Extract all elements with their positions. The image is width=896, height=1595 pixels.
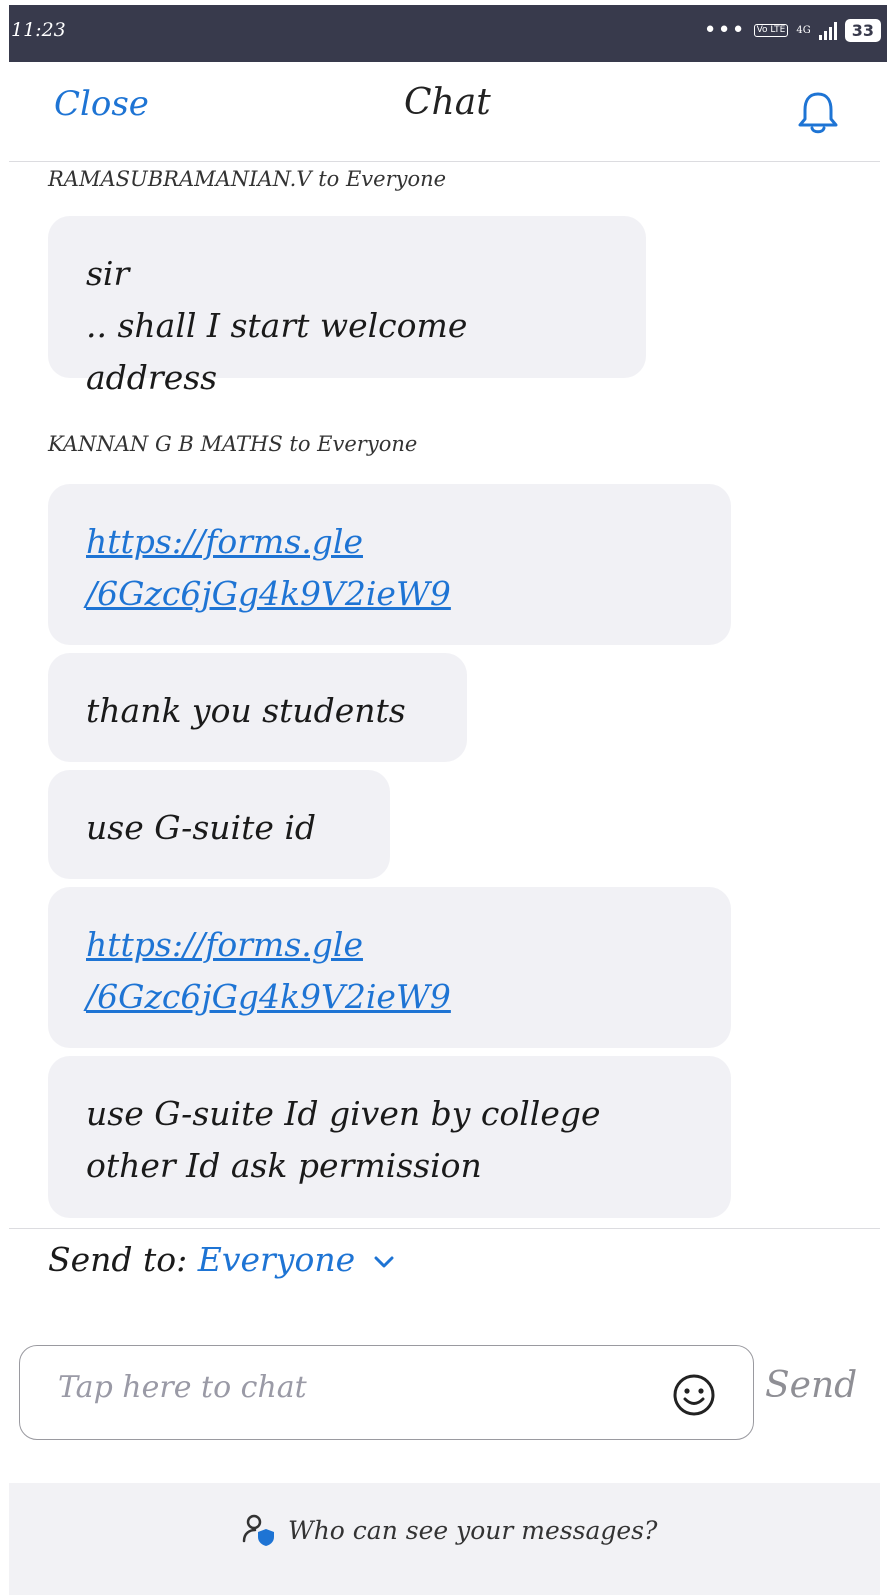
message-bubble[interactable]: https://forms.gle /6Gzc6jGg4k9V2ieW9 [48, 887, 731, 1048]
message-bubble[interactable]: use G-suite Id given by college other Id… [48, 1056, 731, 1218]
send-to-label: Send to: [48, 1240, 188, 1279]
message-sender: KANNAN G B MATHS to Everyone [48, 432, 418, 456]
message-link[interactable]: /6Gzc6jGg4k9V2ieW9 [86, 568, 693, 620]
send-button[interactable]: Send [765, 1365, 857, 1406]
battery-indicator: 33 [844, 19, 881, 42]
visibility-footer[interactable]: Who can see your messages? [9, 1483, 880, 1595]
chat-input[interactable]: Tap here to chat [19, 1345, 754, 1440]
message-text: thank you students [86, 691, 406, 730]
message-link[interactable]: /6Gzc6jGg4k9V2ieW9 [86, 971, 693, 1023]
signal-icon [818, 21, 837, 40]
send-to-target[interactable]: Everyone [198, 1240, 355, 1279]
bell-icon[interactable] [795, 88, 841, 136]
chevron-down-icon[interactable] [372, 1254, 396, 1270]
message-link[interactable]: https://forms.gle [86, 919, 693, 971]
message-text: sir [86, 254, 130, 293]
status-icons: ••• Vo LTE 4G 33 [704, 19, 881, 42]
more-dots-icon: ••• [703, 17, 746, 43]
status-time: 11:23 [11, 19, 66, 41]
message-bubble[interactable]: thank you students [48, 653, 467, 762]
close-button[interactable]: Close [54, 84, 149, 124]
message-link[interactable]: https://forms.gle [86, 516, 693, 568]
visibility-link[interactable]: Who can see your messages? [288, 1516, 657, 1545]
divider [9, 1228, 880, 1229]
chat-header: Close Chat [9, 62, 880, 162]
message-sender: RAMASUBRAMANIAN.V to Everyone [48, 167, 447, 191]
page-title: Chat [404, 82, 491, 123]
message-text: use G-suite id [86, 808, 317, 847]
send-to-row[interactable]: Send to: Everyone [48, 1240, 396, 1279]
emoji-icon[interactable] [672, 1373, 716, 1417]
network-type: 4G [796, 25, 811, 36]
message-bubble[interactable]: use G-suite id [48, 770, 390, 879]
message-bubble[interactable]: sir .. shall I start welcome address [48, 216, 646, 397]
message-text: use G-suite Id given by college [86, 1094, 601, 1133]
status-bar: 11:23 ••• Vo LTE 4G 33 [9, 5, 887, 62]
user-shield-icon [242, 1514, 274, 1546]
volte-icon: Vo LTE [753, 24, 789, 37]
chat-input-placeholder: Tap here to chat [58, 1370, 307, 1405]
message-text: other Id ask permission [86, 1146, 482, 1185]
message-text: .. shall I start welcome address [86, 306, 468, 397]
message-bubble[interactable]: https://forms.gle /6Gzc6jGg4k9V2ieW9 [48, 484, 731, 645]
